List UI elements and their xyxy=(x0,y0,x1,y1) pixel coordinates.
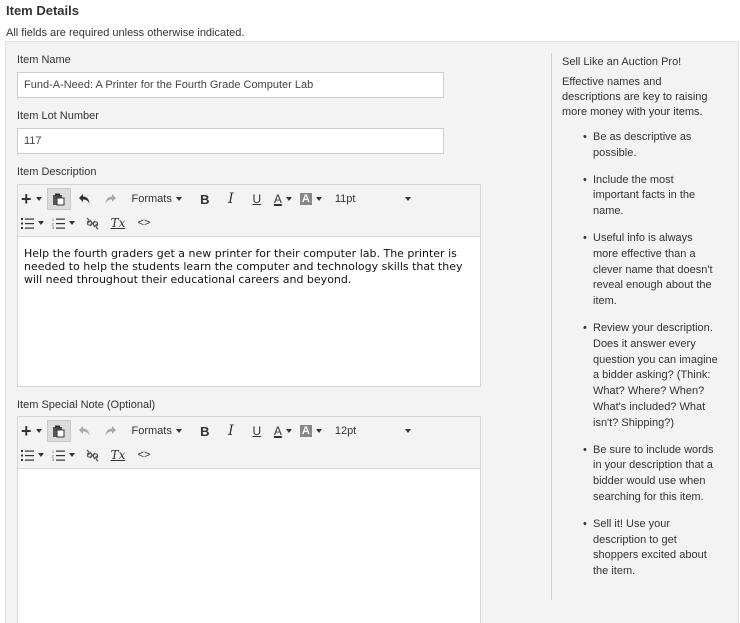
unlink-button[interactable] xyxy=(80,444,104,466)
underline-button[interactable]: U xyxy=(245,420,269,442)
tips-intro: Effective names and descriptions are key… xyxy=(562,76,708,118)
paste-icon xyxy=(53,193,65,205)
special-note-editor: + Formats B I U A A 12pt 1 2 3 Tx <> xyxy=(17,416,481,623)
lot-number-label: Item Lot Number xyxy=(17,110,99,122)
text-color-icon: A xyxy=(273,192,282,206)
background-color-icon: A xyxy=(299,193,312,205)
undo-icon xyxy=(79,194,90,204)
font-size-select[interactable]: 12pt xyxy=(327,420,417,442)
undo-button[interactable] xyxy=(73,420,97,442)
italic-button[interactable]: I xyxy=(219,188,243,210)
lot-number-input[interactable]: 117 xyxy=(17,128,444,154)
bullet-list-icon xyxy=(21,449,34,461)
special-note-label: Item Special Note (Optional) xyxy=(17,399,156,411)
redo-icon xyxy=(105,194,117,204)
tips-heading: Sell Like an Auction Pro! xyxy=(562,56,682,68)
redo-icon xyxy=(105,426,117,436)
numbered-list-button[interactable]: 123 xyxy=(49,444,78,466)
insert-button[interactable]: + xyxy=(18,188,45,210)
background-color-button[interactable]: A xyxy=(297,420,325,442)
source-code-button[interactable]: <> xyxy=(132,444,156,466)
text-color-button[interactable]: A xyxy=(271,420,295,442)
svg-text:1: 1 xyxy=(52,450,54,454)
unlink-icon xyxy=(86,449,98,461)
formats-dropdown[interactable]: Formats xyxy=(129,420,185,442)
numbered-list-icon: 123 xyxy=(52,218,65,229)
background-color-icon: A xyxy=(299,425,312,437)
description-editor: + Formats B I U A A 11pt 1 2 3 Tx <> Hel… xyxy=(17,184,481,387)
text-color-button[interactable]: A xyxy=(271,188,295,210)
redo-button[interactable] xyxy=(99,420,123,442)
page-title: Item Details xyxy=(6,3,79,18)
tip-item: Include the most important facts in the … xyxy=(583,173,718,220)
clear-format-icon: Tx xyxy=(110,448,126,462)
insert-icon: + xyxy=(21,421,32,441)
undo-icon xyxy=(79,426,90,436)
paste-button[interactable] xyxy=(46,420,71,442)
bullet-list-icon xyxy=(21,217,34,229)
bullet-list-button[interactable] xyxy=(18,212,47,234)
tip-item: Be sure to include words in your descrip… xyxy=(583,443,718,506)
text-color-icon: A xyxy=(273,424,282,438)
item-name-input[interactable]: Fund-A-Need: A Printer for the Fourth Gr… xyxy=(17,72,444,98)
bold-button[interactable]: B xyxy=(193,188,217,210)
formats-dropdown[interactable]: Formats xyxy=(129,188,185,210)
svg-text:3: 3 xyxy=(52,226,54,229)
description-toolbar: + Formats B I U A A 11pt 1 2 3 Tx <> xyxy=(18,185,480,237)
tip-item: Review your description. Does it answer … xyxy=(583,321,718,432)
clear-format-button[interactable]: Tx xyxy=(106,212,130,234)
source-code-icon: <> xyxy=(137,217,151,229)
clear-format-button[interactable]: Tx xyxy=(106,444,130,466)
source-code-icon: <> xyxy=(137,449,151,461)
numbered-list-icon: 123 xyxy=(52,450,65,461)
tip-item: Be as descriptive as possible. xyxy=(583,130,718,162)
special-note-text-area[interactable] xyxy=(18,469,480,489)
tip-item: Sell it! Use your description to get sho… xyxy=(583,517,718,580)
paste-icon xyxy=(53,425,65,437)
description-label: Item Description xyxy=(17,166,97,178)
tip-item: Useful info is always more effective tha… xyxy=(583,231,718,310)
svg-text:1: 1 xyxy=(52,218,54,222)
tips-sidebar: Sell Like an Auction Pro! Effective name… xyxy=(551,53,721,600)
numbered-list-button[interactable]: 123 xyxy=(49,212,78,234)
item-name-label: Item Name xyxy=(17,54,71,66)
source-code-button[interactable]: <> xyxy=(132,212,156,234)
redo-button[interactable] xyxy=(99,188,123,210)
bullet-list-button[interactable] xyxy=(18,444,47,466)
italic-button[interactable]: I xyxy=(219,420,243,442)
unlink-button[interactable] xyxy=(80,212,104,234)
bold-button[interactable]: B xyxy=(193,420,217,442)
tips-list: Be as descriptive as possible. Include t… xyxy=(562,130,721,580)
special-note-toolbar: + Formats B I U A A 12pt 1 2 3 Tx <> xyxy=(18,417,480,469)
unlink-icon xyxy=(86,217,98,229)
insert-button[interactable]: + xyxy=(18,420,45,442)
clear-format-icon: Tx xyxy=(110,216,126,230)
paste-button[interactable] xyxy=(46,188,71,210)
required-fields-note: All fields are required unless otherwise… xyxy=(6,27,245,39)
font-size-select[interactable]: 11pt xyxy=(327,188,417,210)
background-color-button[interactable]: A xyxy=(297,188,325,210)
description-text-area[interactable]: Help the fourth graders get a new printe… xyxy=(18,237,480,296)
insert-icon: + xyxy=(21,189,32,209)
svg-text:3: 3 xyxy=(52,458,54,461)
underline-button[interactable]: U xyxy=(245,188,269,210)
undo-button[interactable] xyxy=(73,188,97,210)
